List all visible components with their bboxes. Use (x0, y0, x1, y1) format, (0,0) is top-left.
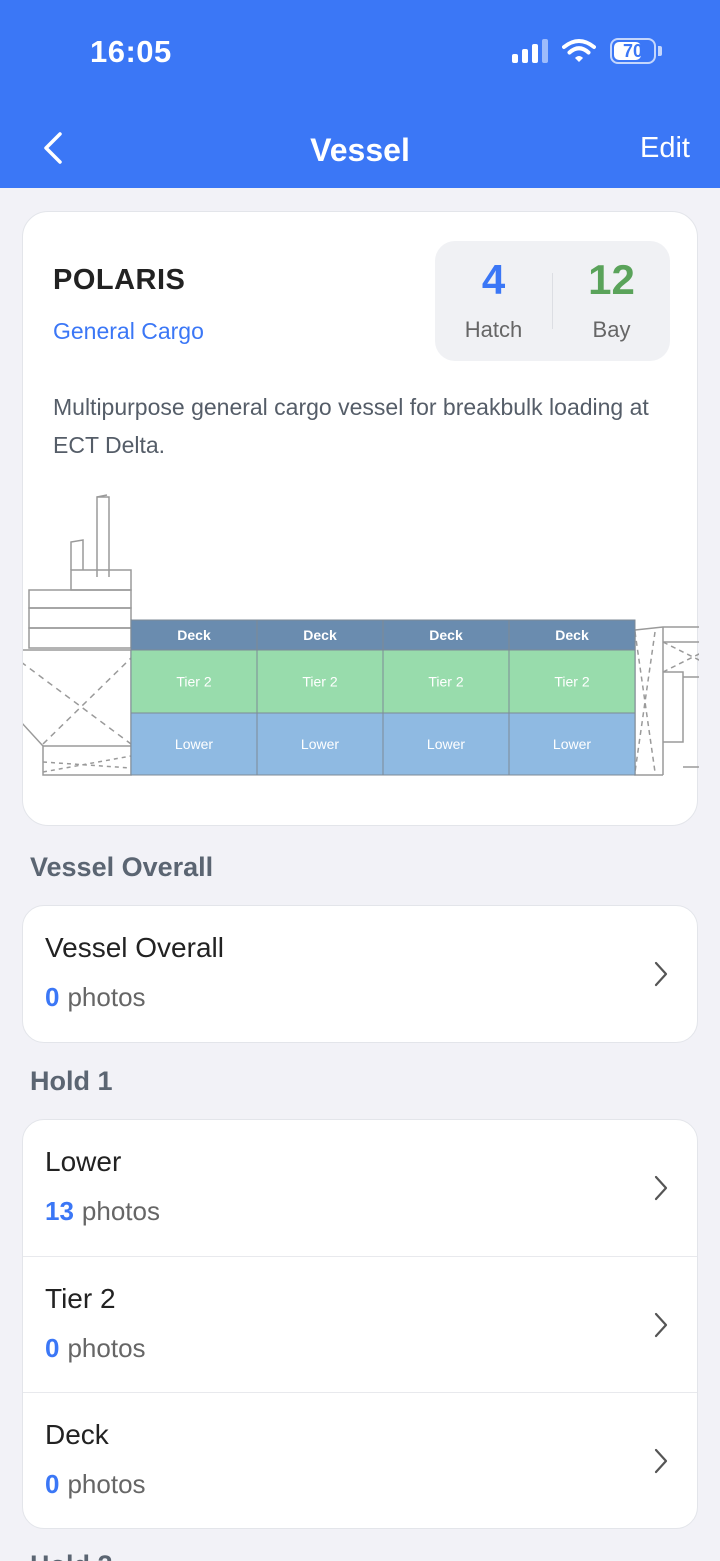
list-item[interactable]: Lower 13 photos (23, 1120, 697, 1256)
status-icons: 70 (512, 38, 662, 64)
ship-diagram-svg: Deck Tier 2 Lower Deck Tier 2 Lower Deck Tier 2… (23, 494, 699, 776)
hold-deck-cell-label: Deck (303, 627, 337, 643)
hold-deck-cell-label: Deck (177, 627, 211, 643)
section-title-vessel-overall: Vessel Overall (30, 852, 214, 882)
hatch-stat: 4 Hatch (435, 241, 552, 361)
holds-grid: Deck Tier 2 Lower Deck Tier 2 Lower Deck Tier 2… (130, 619, 636, 776)
hold-tier-cell-label: Tier 2 (554, 674, 589, 690)
hold-lower-cell-label: Lower (427, 736, 465, 752)
vessel-stats: 4 Hatch 12 Bay (435, 241, 670, 361)
photo-count-value: 0 (45, 982, 60, 1012)
photo-count: 0 photos (45, 1333, 146, 1364)
vessel-type: General Cargo (53, 318, 204, 344)
photo-count-unit: photos (81, 1196, 160, 1226)
vessel-description: Multipurpose general cargo vessel for br… (53, 394, 649, 458)
wifi-icon (562, 39, 596, 62)
page-title: Vessel (310, 132, 410, 168)
bay-stat: 12 Bay (553, 241, 670, 361)
section-title-hold-2: Hold 2 (30, 1550, 113, 1561)
hold-tier-cell-label: Tier 2 (428, 674, 463, 690)
hatch-count: 4 (481, 256, 506, 303)
list-item[interactable]: Tier 2 0 photos (23, 1256, 697, 1392)
chevron-right-icon (654, 1448, 668, 1474)
photo-count: 0 photos (45, 982, 146, 1013)
battery-tip (658, 46, 662, 56)
vessel-name: POLARIS (53, 264, 186, 296)
hold-deck-cell-label: Deck (555, 627, 589, 643)
chevron-right-icon (654, 961, 668, 987)
hold-1-list: Lower 13 photos Tier 2 0 photos Deck 0 phot… (22, 1119, 698, 1529)
row-title: Tier 2 (45, 1283, 116, 1314)
hatch-label: Hatch (464, 317, 523, 342)
photo-count: 13 photos (45, 1196, 160, 1227)
photo-count-unit: photos (67, 1333, 146, 1363)
row-title: Deck (45, 1419, 109, 1450)
photo-count-value: 13 (45, 1196, 74, 1226)
ship-diagram: Deck Tier 2 Lower Deck Tier 2 Lower Deck Tier 2… (23, 482, 699, 792)
hold-deck-cell-label: Deck (429, 627, 463, 643)
bay-count: 12 (588, 256, 635, 303)
hold-lower-cell-label: Lower (175, 736, 213, 752)
vessel-overall-list: Vessel Overall 0 photos (22, 905, 698, 1043)
battery-icon: 70 (610, 38, 656, 64)
hold-tier-cell-label: Tier 2 (302, 674, 337, 690)
vessel-card: POLARIS General Cargo 4 Hatch 12 Bay Mul… (22, 211, 699, 826)
row-title: Vessel Overall (45, 932, 224, 963)
row-title: Lower (45, 1146, 122, 1177)
edit-button[interactable]: Edit (640, 132, 690, 165)
photo-count-value: 0 (45, 1469, 60, 1499)
battery-level: 70 (622, 40, 644, 61)
list-item[interactable]: Deck 0 photos (23, 1392, 697, 1528)
cellular-signal-icon (512, 39, 548, 63)
list-item[interactable]: Vessel Overall 0 photos (23, 906, 697, 1042)
status-time: 16:05 (90, 34, 172, 69)
photo-count-unit: photos (67, 1469, 146, 1499)
hold-lower-cell-label: Lower (553, 736, 591, 752)
chevron-right-icon (654, 1312, 668, 1338)
hold-lower-cell-label: Lower (301, 736, 339, 752)
chevron-right-icon (654, 1175, 668, 1201)
header: 16:05 70 Vessel Edit (0, 0, 720, 188)
photo-count: 0 photos (45, 1469, 146, 1500)
section-title-hold-1: Hold 1 (30, 1066, 113, 1096)
hold-tier-cell-label: Tier 2 (176, 674, 211, 690)
bay-label: Bay (592, 317, 631, 342)
photo-count-value: 0 (45, 1333, 60, 1363)
photo-count-unit: photos (67, 982, 146, 1012)
